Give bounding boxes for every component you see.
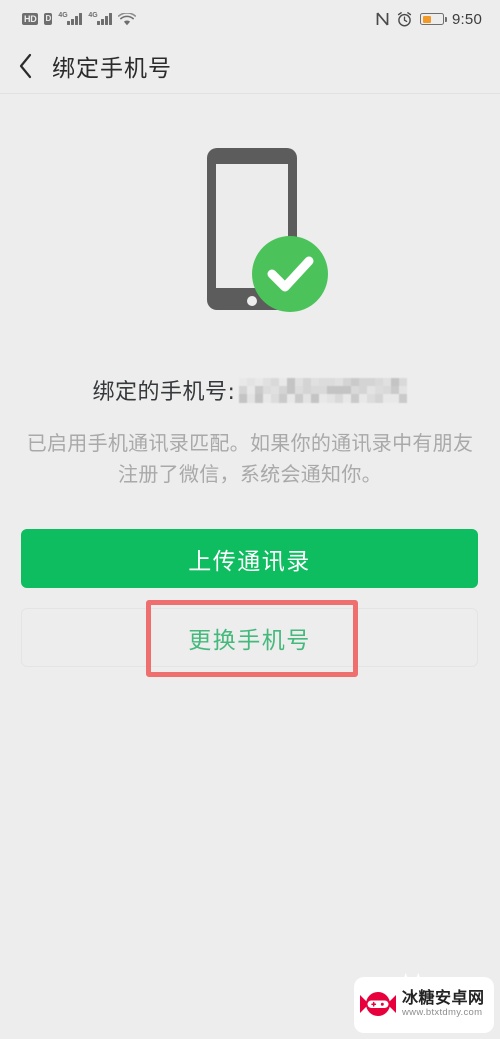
mosaic-block	[383, 394, 392, 403]
mosaic-block	[319, 394, 328, 403]
mosaic-block	[247, 394, 256, 403]
phone-screen: HD D 4G 4G 9:50 绑定手机号 绑定的手机号: 已启用手机通讯录匹配…	[0, 0, 500, 1039]
status-bar-left: HD D 4G 4G	[22, 12, 137, 26]
mosaic-block	[343, 394, 352, 403]
sim-card-icon: D	[44, 13, 53, 25]
chevron-left-icon	[19, 53, 32, 78]
battery-icon	[420, 13, 447, 25]
alarm-clock-icon	[397, 11, 412, 26]
status-bar-clock: 9:50	[452, 10, 482, 28]
nfc-icon	[376, 12, 389, 26]
mosaic-block	[367, 394, 376, 403]
watermark-site-name: 冰糖安卓网	[402, 987, 485, 1007]
watermark-text-group: 冰糖安卓网 www.btxtdmy.com	[402, 987, 485, 1020]
mosaic-block	[255, 394, 264, 403]
bound-phone-illustration	[0, 140, 500, 320]
candy-gamepad-logo-icon	[360, 992, 396, 1016]
mosaic-block	[263, 394, 272, 403]
signal-bar	[97, 21, 101, 25]
upload-contacts-label: 上传通讯录	[188, 548, 311, 575]
status-bar-right: 9:50	[376, 11, 482, 28]
mosaic-block	[375, 394, 384, 403]
hd-voice-icon: HD	[22, 13, 39, 25]
signal-strength-icon-2: 4G	[88, 12, 113, 25]
upload-contacts-button[interactable]: 上传通讯录	[21, 529, 478, 588]
signal-bar	[71, 19, 75, 25]
wifi-icon	[118, 12, 137, 25]
check-circle-icon	[252, 236, 328, 312]
signal-bar	[109, 13, 113, 25]
change-phone-number-label: 更换手机号	[188, 627, 311, 654]
mosaic-block	[359, 394, 368, 403]
back-button[interactable]	[0, 38, 52, 94]
app-header: 绑定手机号	[0, 38, 500, 94]
status-bar: HD D 4G 4G 9:50	[0, 0, 500, 38]
battery-level-fill	[422, 15, 432, 23]
bound-number-row: 绑定的手机号:	[0, 374, 500, 406]
phone-illustration	[207, 148, 328, 312]
signal-bar	[105, 16, 109, 25]
bound-number-masked-value	[239, 377, 408, 403]
network-generation-label-2: 4G	[88, 12, 98, 19]
signal-bar	[101, 19, 105, 25]
signal-bar	[75, 16, 79, 25]
mosaic-block	[239, 394, 248, 403]
mosaic-block	[287, 394, 296, 403]
mosaic-block	[303, 394, 312, 403]
site-watermark: 冰糖安卓网 www.btxtdmy.com	[354, 971, 494, 1035]
mosaic-block	[327, 394, 336, 403]
mosaic-block	[399, 394, 408, 403]
watermark-content: 冰糖安卓网 www.btxtdmy.com	[358, 981, 490, 1027]
change-phone-number-button[interactable]: 更换手机号	[21, 608, 478, 667]
page-title: 绑定手机号	[52, 55, 172, 82]
bound-number-label: 绑定的手机号:	[92, 380, 236, 405]
signal-bar	[79, 13, 83, 25]
mosaic-block	[351, 394, 360, 403]
mosaic-block	[271, 394, 280, 403]
signal-bar	[67, 21, 71, 25]
mosaic-block	[335, 394, 344, 403]
signal-strength-icon-1: 4G	[58, 12, 83, 25]
description-text: 已启用手机通讯录匹配。如果你的通讯录中有朋友注册了微信，系统会通知你。	[26, 431, 474, 486]
mosaic-block	[391, 394, 400, 403]
mosaic-block	[279, 394, 288, 403]
watermark-site-url: www.btxtdmy.com	[402, 1007, 483, 1019]
network-generation-label-1: 4G	[58, 12, 68, 19]
mosaic-block	[295, 394, 304, 403]
mosaic-block	[311, 394, 320, 403]
